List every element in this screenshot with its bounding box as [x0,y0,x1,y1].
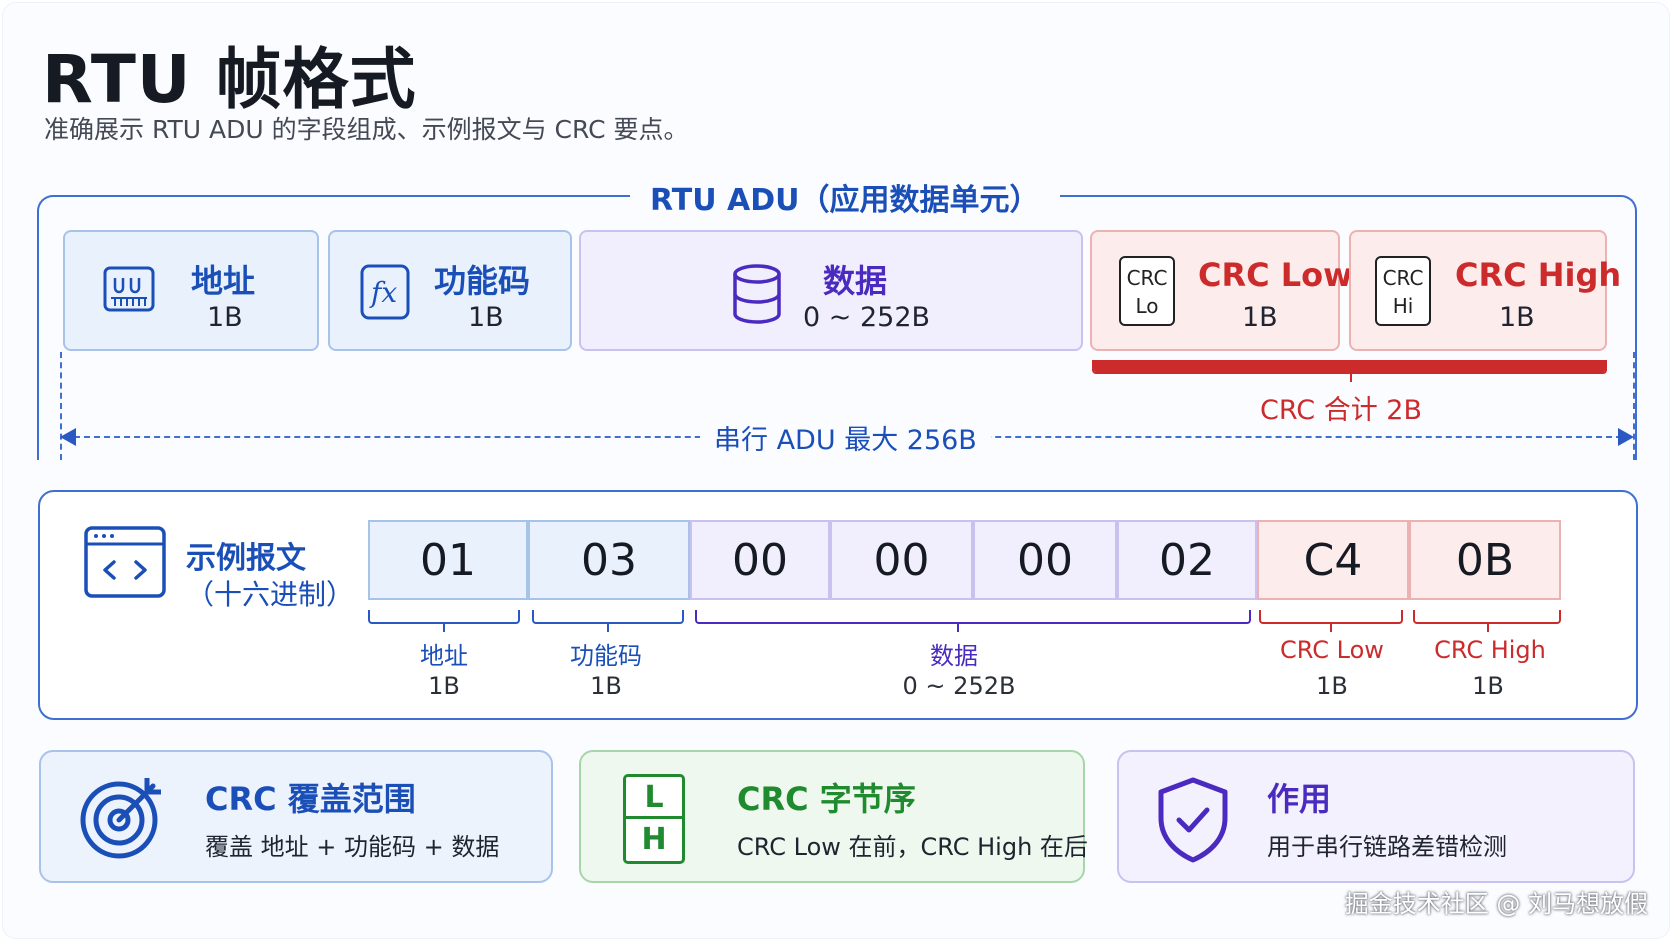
crc-lo-icon: CRC Lo [1119,256,1175,326]
adu-field-size: 1B [1242,302,1278,333]
shield-check-icon [1158,777,1228,863]
crc-hi-badge-top: CRC [1382,266,1424,290]
max-length-arrow-right [1618,428,1634,446]
adu-field-data: 数据 0 ~ 252B [579,230,1083,351]
example-byte: 00 [973,520,1117,600]
adu-field-name: 数据 [823,262,888,300]
card-title: CRC 覆盖范围 [205,780,416,818]
byte-order-badge-bottom: H [641,822,667,857]
example-group-size: 1B [590,672,622,700]
crc-hi-icon: CRC Hi [1375,256,1431,326]
example-brace-data [695,610,1251,624]
watermark: 掘金技术社区 @ 刘马想放假 [1344,890,1648,918]
adu-field-address: 地址 1B [63,230,319,351]
code-window-icon [84,526,166,598]
example-byte: C4 [1257,520,1409,600]
page-title: RTU 帧格式 [42,41,417,118]
example-title: 示例报文 [186,541,306,576]
example-byte: 03 [528,520,690,600]
example-brace-tick [957,622,959,632]
function-fx-icon: fx [360,264,410,320]
crc-total-brace [1092,360,1607,382]
adu-field-size: 0 ~ 252B [803,302,931,333]
byte-order-badge-top: L [626,777,682,819]
example-group-size: 1B [428,672,460,700]
card-crc-coverage: CRC 覆盖范围 覆盖 地址 + 功能码 + 数据 [39,750,553,883]
example-byte: 01 [368,520,528,600]
address-register-icon [103,266,155,312]
card-text: 覆盖 地址 + 功能码 + 数据 [205,833,500,861]
crc-lo-badge-bottom: Lo [1135,294,1159,318]
example-brace-tick [1330,622,1332,632]
example-brace-tick [1487,622,1489,632]
adu-field-size: 1B [207,302,243,333]
example-group-name: 功能码 [570,642,642,670]
example-byte: 0B [1409,520,1561,600]
example-byte: 00 [690,520,830,600]
database-icon [733,264,781,324]
crc-hi-badge-bottom: Hi [1392,294,1414,318]
example-brace-tick [607,622,609,632]
adu-field-size: 1B [468,302,504,333]
example-group-size: 0 ~ 252B [902,672,1016,700]
max-length-label: 串行 ADU 最大 256B [700,418,991,457]
crc-lo-badge-top: CRC [1126,266,1168,290]
adu-field-name: 功能码 [434,262,531,300]
card-crc-byte-order: L H CRC 字节序 CRC Low 在前，CRC High 在后 [579,750,1088,883]
adu-field-size: 1B [1499,302,1535,333]
example-group-name: 数据 [930,642,978,670]
card-text: 用于串行链路差错检测 [1267,833,1507,861]
card-purpose: 作用 用于串行链路差错检测 [1117,750,1635,883]
adu-field-function-code: fx 功能码 1B [328,230,572,351]
svg-text:fx: fx [369,276,397,309]
adu-field-crc-low: CRC Lo CRC Low 1B [1090,230,1353,351]
example-group-name: CRC High [1434,636,1546,664]
byte-order-lh-icon: L H [623,774,685,864]
adu-field-name: 地址 [191,262,256,300]
card-title: CRC 字节序 [737,780,916,818]
card-title: 作用 [1267,780,1332,818]
max-length-arrow-left [60,428,76,446]
target-icon [80,778,161,859]
example-subtitle: （十六进制） [186,578,355,611]
adu-legend: RTU ADU（应用数据单元） [630,175,1060,219]
adu-field-name: CRC Low [1198,256,1353,294]
example-group-name: 地址 [420,642,468,670]
example-byte: 02 [1117,520,1257,600]
example-group-size: 1B [1316,672,1348,700]
example-brace-tick [443,622,445,632]
example-group-size: 1B [1472,672,1504,700]
page-subtitle: 准确展示 RTU ADU 的字段组成、示例报文与 CRC 要点。 [44,115,689,144]
example-group-name: CRC Low [1280,636,1384,664]
card-text: CRC Low 在前，CRC High 在后 [737,833,1088,861]
example-byte: 00 [830,520,973,600]
adu-field-crc-high: CRC Hi CRC High 1B [1349,230,1621,351]
adu-field-name: CRC High [1455,256,1622,294]
crc-total-label: CRC 合计 2B [1260,395,1422,426]
